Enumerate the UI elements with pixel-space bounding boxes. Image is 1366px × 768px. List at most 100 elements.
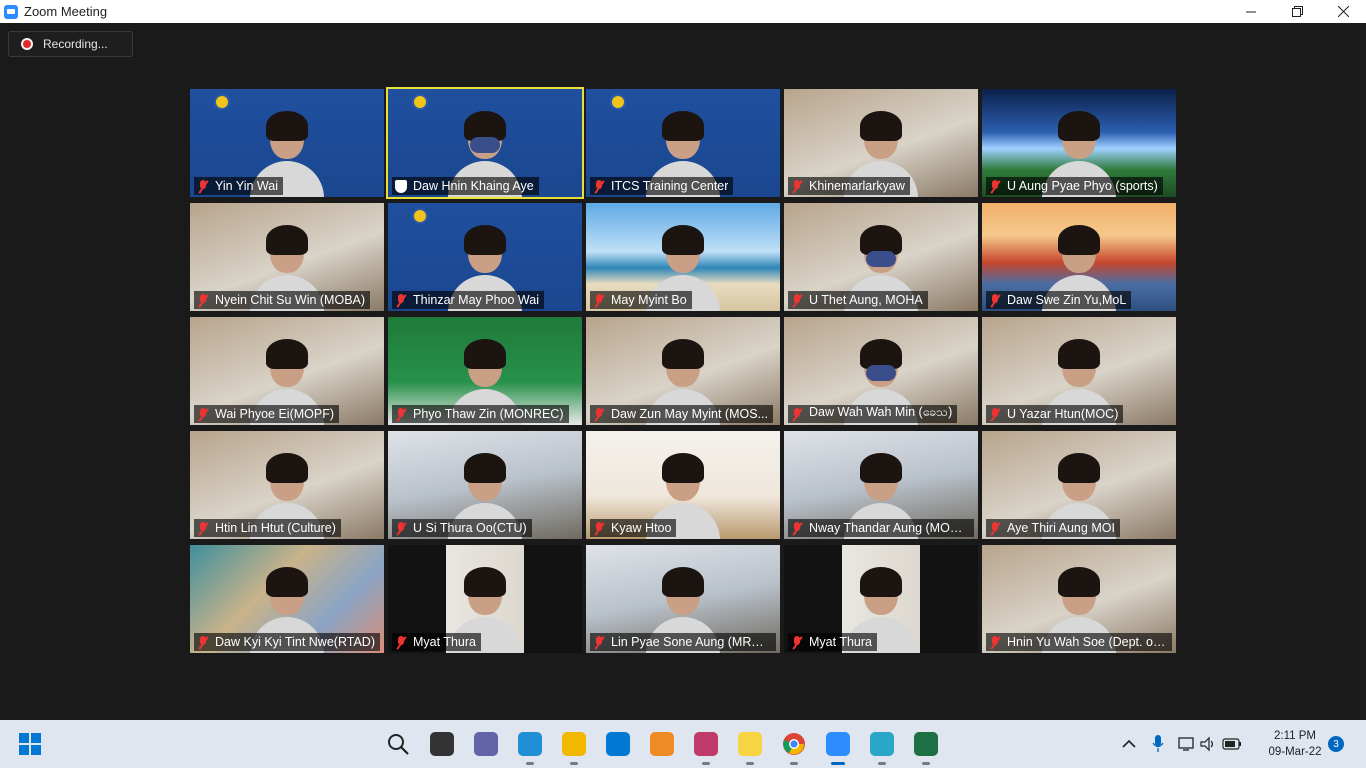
meeting-area: Recording... Yin Yin Wai Daw Hnin Khaing … [0, 23, 1366, 720]
recording-indicator[interactable]: Recording... [8, 31, 133, 57]
pin-icon [395, 179, 407, 193]
participant-name: Daw Kyi Kyi Tint Nwe(RTAD) [215, 635, 375, 649]
close-button[interactable] [1320, 0, 1366, 23]
maps-icon[interactable] [868, 730, 896, 765]
muted-mic-icon [197, 407, 209, 421]
participant-tile[interactable]: Thinzar May Phoo Wai [388, 203, 582, 311]
mail-icon[interactable] [604, 730, 632, 758]
participant-name: Wai Phyoe Ei(MOPF) [215, 407, 335, 421]
muted-mic-icon [791, 521, 803, 535]
participant-name-label: Hnin Yu Wah Soe (Dept. of ... [986, 633, 1172, 651]
muted-mic-icon [593, 521, 605, 535]
microphone-icon[interactable] [1152, 735, 1164, 753]
participant-tile[interactable]: Khinemarlarkyaw [784, 89, 978, 197]
edge-icon[interactable] [516, 730, 544, 765]
sublime-icon[interactable] [648, 730, 676, 758]
participant-name: Hnin Yu Wah Soe (Dept. of ... [1007, 635, 1167, 649]
participant-name-label: Thinzar May Phoo Wai [392, 291, 544, 309]
restore-button[interactable] [1274, 0, 1320, 23]
participant-tile[interactable]: Aye Thiri Aung MOI [982, 431, 1176, 539]
participant-tile[interactable]: Nyein Chit Su Win (MOBA) [190, 203, 384, 311]
muted-mic-icon [395, 407, 407, 421]
participant-name-label: ITCS Training Center [590, 177, 734, 195]
participant-tile[interactable]: U Si Thura Oo(CTU) [388, 431, 582, 539]
participant-tile[interactable]: Myat Thura [388, 545, 582, 653]
snipping-tool-icon[interactable] [692, 730, 720, 765]
participant-name-label: Nway Thandar Aung (MOLA) [788, 519, 974, 537]
muted-mic-icon [791, 179, 803, 193]
participant-tile[interactable]: Wai Phyoe Ei(MOPF) [190, 317, 384, 425]
participant-name-label: Myat Thura [788, 633, 877, 651]
participant-name: U Yazar Htun(MOC) [1007, 407, 1119, 421]
participant-name-label: Wai Phyoe Ei(MOPF) [194, 405, 340, 423]
sticky-notes-icon[interactable] [736, 730, 764, 765]
slide-logo-icon [610, 94, 626, 110]
participant-name: Daw Hnin Khaing Aye [413, 179, 534, 193]
participant-name: Htin Lin Htut (Culture) [215, 521, 336, 535]
participant-tile[interactable]: Daw Hnin Khaing Aye [386, 87, 584, 199]
participant-tile[interactable]: Daw Swe Zin Yu,MoL [982, 203, 1176, 311]
participant-tile[interactable]: U Aung Pyae Phyo (sports) [982, 89, 1176, 197]
excel-icon[interactable] [912, 730, 940, 765]
muted-mic-icon [593, 179, 605, 193]
muted-mic-icon [989, 179, 1001, 193]
muted-mic-icon [593, 407, 605, 421]
task-view-icon[interactable] [428, 730, 456, 758]
participant-tile[interactable]: Htin Lin Htut (Culture) [190, 431, 384, 539]
muted-mic-icon [197, 521, 209, 535]
participant-tile[interactable]: Nway Thandar Aung (MOLA) [784, 431, 978, 539]
title-bar: Zoom Meeting [0, 0, 1366, 23]
start-icon[interactable] [16, 730, 44, 758]
muted-mic-icon [989, 293, 1001, 307]
slide-logo-icon [214, 94, 230, 110]
muted-mic-icon [593, 293, 605, 307]
participant-tile[interactable]: Daw Wah Wah Min (ခေသ) [784, 317, 978, 425]
recording-label: Recording... [43, 37, 108, 51]
taskbar: 2:11 PM 09-Mar-22 3 [0, 720, 1366, 768]
participant-name: Daw Wah Wah Min (ခေသ) [809, 405, 953, 419]
participant-tile[interactable]: Hnin Yu Wah Soe (Dept. of ... [982, 545, 1176, 653]
muted-mic-icon [791, 635, 803, 649]
participant-tile[interactable]: Yin Yin Wai [190, 89, 384, 197]
clock-date: 09-Mar-22 [1268, 746, 1322, 758]
network-icon[interactable] [1178, 736, 1196, 752]
participant-tile[interactable]: Daw Zun May Myint (MOS... [586, 317, 780, 425]
participant-name: Daw Zun May Myint (MOS... [611, 407, 768, 421]
participant-name: Khinemarlarkyaw [809, 179, 905, 193]
zoom-icon[interactable] [824, 730, 852, 765]
chrome-icon[interactable] [780, 730, 808, 765]
participant-tile[interactable]: Myat Thura [784, 545, 978, 653]
taskbar-clock[interactable]: 2:11 PM 09-Mar-22 [1264, 728, 1326, 760]
participant-name-label: Daw Wah Wah Min (ခေသ) [788, 405, 958, 423]
participant-tile[interactable]: ITCS Training Center [586, 89, 780, 197]
participant-tile[interactable]: U Thet Aung, MOHA [784, 203, 978, 311]
participant-name: ITCS Training Center [611, 179, 729, 193]
participant-name: U Si Thura Oo(CTU) [413, 521, 527, 535]
notification-badge[interactable]: 3 [1328, 736, 1344, 752]
participant-tile[interactable]: Kyaw Htoo [586, 431, 780, 539]
volume-icon[interactable] [1200, 736, 1216, 752]
participant-name-label: Khinemarlarkyaw [788, 177, 910, 195]
participant-tile[interactable]: Daw Kyi Kyi Tint Nwe(RTAD) [190, 545, 384, 653]
participant-tile[interactable]: Phyo Thaw Zin (MONREC) [388, 317, 582, 425]
participant-tile[interactable]: May Myint Bo [586, 203, 780, 311]
file-explorer-icon[interactable] [560, 730, 588, 765]
participant-name: U Aung Pyae Phyo (sports) [1007, 179, 1158, 193]
muted-mic-icon [197, 635, 209, 649]
participant-name: Phyo Thaw Zin (MONREC) [413, 407, 564, 421]
chat-icon[interactable] [472, 730, 500, 758]
record-dot-icon [21, 38, 33, 50]
participant-tile[interactable]: Lin Pyae Sone Aung (MRTV) [586, 545, 780, 653]
participant-name-label: U Aung Pyae Phyo (sports) [986, 177, 1163, 195]
slide-logo-icon [412, 94, 428, 110]
chevron-up-icon[interactable] [1122, 739, 1136, 749]
minimize-button[interactable] [1228, 0, 1274, 23]
slide-logo-icon [412, 208, 428, 224]
participant-name: Thinzar May Phoo Wai [413, 293, 539, 307]
participant-tile[interactable]: U Yazar Htun(MOC) [982, 317, 1176, 425]
search-icon[interactable] [384, 730, 412, 758]
participant-name-label: Daw Hnin Khaing Aye [392, 177, 539, 195]
battery-icon[interactable] [1222, 738, 1242, 750]
participant-name-label: Lin Pyae Sone Aung (MRTV) [590, 633, 776, 651]
clock-time: 2:11 PM [1274, 730, 1316, 742]
